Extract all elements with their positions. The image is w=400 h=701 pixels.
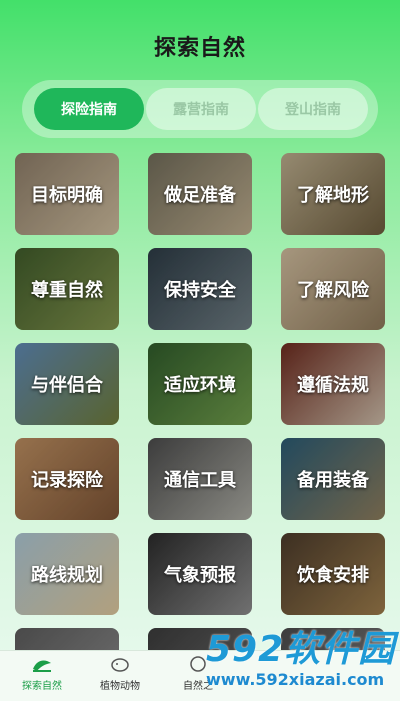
topic-label: 保持安全 — [164, 280, 236, 301]
watermark-url: www.592xiazai.com — [206, 670, 385, 689]
topic-label: 了解地形 — [297, 185, 369, 206]
animal-icon — [80, 655, 160, 677]
nav-label: 植物动物 — [100, 681, 140, 692]
topic-grid: 目标明确 做足准备 了解地形 尊重自然 保持安全 了解风险 与伴侣合 适应环境 … — [0, 153, 400, 653]
guide-tabs: 探险指南 露营指南 登山指南 — [22, 80, 378, 138]
topic-card[interactable]: 做足准备 — [148, 153, 252, 235]
topic-card[interactable]: 记录探险 — [15, 438, 119, 520]
tab-camping-guide[interactable]: 露营指南 — [146, 88, 256, 130]
topic-card[interactable]: 了解地形 — [281, 153, 385, 235]
topic-label: 路线规划 — [31, 565, 103, 586]
topic-label: 适应环境 — [164, 375, 236, 396]
topic-card[interactable]: 保持安全 — [148, 248, 252, 330]
nav-item-plants-animals[interactable]: 植物动物 — [80, 655, 160, 692]
page-title: 探索自然 — [153, 36, 246, 61]
topic-card[interactable]: 遵循法规 — [281, 343, 385, 425]
topic-label: 尊重自然 — [31, 280, 103, 301]
sprout-icon — [2, 655, 82, 677]
topic-card[interactable]: 适应环境 — [148, 343, 252, 425]
watermark-brand: 592软件园 — [206, 629, 396, 670]
topic-card[interactable]: 目标明确 — [15, 153, 119, 235]
topic-label: 了解风险 — [297, 280, 369, 301]
nav-item-explore[interactable]: 探索自然 — [2, 655, 82, 692]
topic-card[interactable]: 路线规划 — [15, 533, 119, 615]
topic-label: 饮食安排 — [297, 565, 369, 586]
tab-climbing-guide[interactable]: 登山指南 — [258, 88, 368, 130]
topic-label: 记录探险 — [31, 470, 103, 491]
topic-label: 气象预报 — [164, 565, 236, 586]
topic-label: 与伴侣合 — [31, 375, 103, 396]
topic-label: 备用装备 — [297, 470, 369, 491]
topic-card[interactable]: 尊重自然 — [15, 248, 119, 330]
tab-explore-guide[interactable]: 探险指南 — [34, 88, 144, 130]
topic-label: 做足准备 — [164, 185, 236, 206]
topic-label: 通信工具 — [164, 470, 236, 491]
topic-card[interactable]: 备用装备 — [281, 438, 385, 520]
topic-card[interactable]: 饮食安排 — [281, 533, 385, 615]
topic-card[interactable]: 气象预报 — [148, 533, 252, 615]
watermark-logo: 592软件园 www.592xiazai.com — [200, 620, 400, 700]
topic-card[interactable]: 与伴侣合 — [15, 343, 119, 425]
nav-label: 探索自然 — [22, 681, 62, 692]
topic-card[interactable]: 了解风险 — [281, 248, 385, 330]
topic-card[interactable]: 通信工具 — [148, 438, 252, 520]
topic-label: 目标明确 — [31, 185, 103, 206]
topic-label: 遵循法规 — [297, 375, 369, 396]
